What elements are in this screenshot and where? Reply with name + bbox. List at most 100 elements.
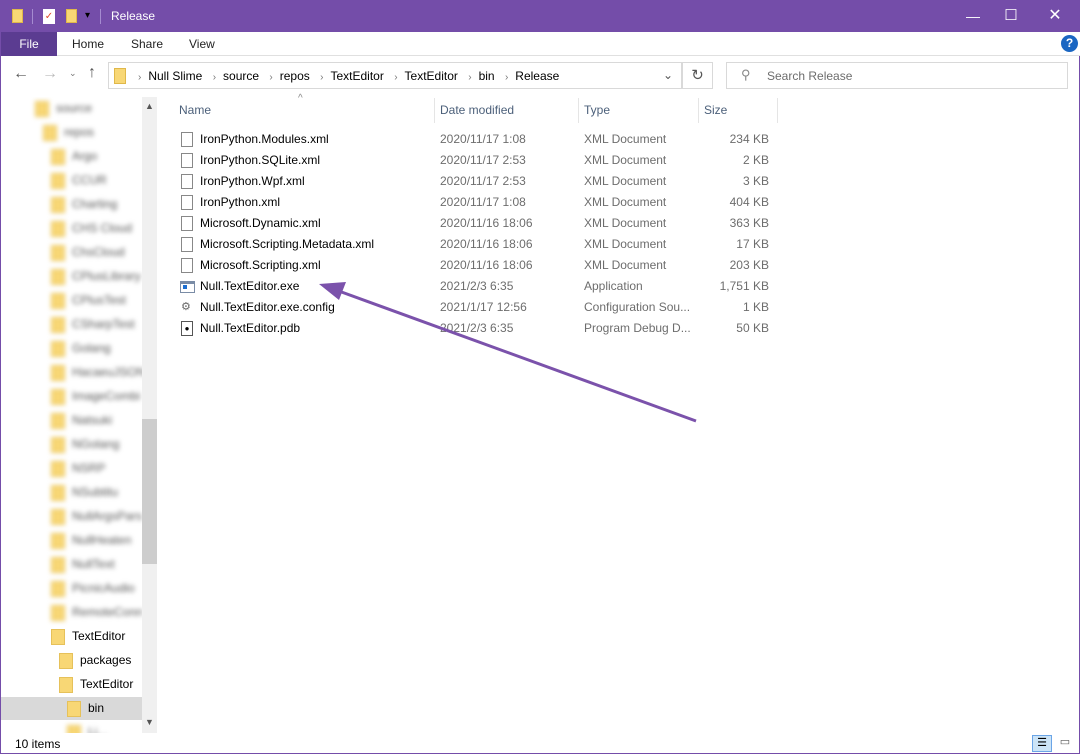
nav-item[interactable]: repos xyxy=(1,121,142,144)
folder-icon xyxy=(51,197,65,213)
folder-icon xyxy=(51,605,65,621)
nav-item-label: HacaeuJSON xyxy=(72,365,142,379)
nav-item[interactable]: packages xyxy=(1,649,142,672)
nav-item[interactable]: Natsuki xyxy=(1,409,142,432)
nav-item-label: CHS Cloud xyxy=(72,221,133,235)
file-size: 50 KB xyxy=(736,321,769,335)
nav-item[interactable]: NullText xyxy=(1,553,142,576)
file-row[interactable]: Microsoft.Dynamic.xml 2020/11/16 18:06 XML… xyxy=(177,213,777,234)
folder-icon xyxy=(51,149,65,165)
customize-quick-access-icon[interactable]: ▾ xyxy=(85,10,90,21)
up-button[interactable]: ↑ xyxy=(88,64,96,82)
column-divider[interactable] xyxy=(777,98,778,123)
file-row[interactable]: ● Null.TextEditor.pdb 2021/2/3 6:35 Program… xyxy=(177,318,777,339)
nav-item[interactable]: Argo xyxy=(1,145,142,168)
file-row[interactable]: IronPython.xml 2020/11/17 1:08 XML Documen… xyxy=(177,192,777,213)
file-type: XML Document xyxy=(584,258,667,272)
tab-home[interactable]: Home xyxy=(58,32,118,56)
scroll-up-icon[interactable]: ▲ xyxy=(145,101,154,111)
folder-icon xyxy=(51,629,65,645)
nav-item-label: repos xyxy=(64,125,95,139)
column-header-date[interactable]: Date modified xyxy=(440,98,514,123)
address-bar[interactable]: › Null Slime › source › repos › TextEditor ›… xyxy=(108,62,682,89)
breadcrumb-item[interactable]: source xyxy=(223,69,259,83)
nav-item[interactable]: TextEditor xyxy=(1,625,142,648)
nav-item[interactable]: NullArgsPars xyxy=(1,505,142,528)
address-dropdown-icon[interactable]: ⌄ xyxy=(663,68,673,82)
nav-item[interactable]: TextEditor xyxy=(1,673,142,696)
scrollbar-thumb[interactable] xyxy=(142,419,157,564)
breadcrumb-item[interactable]: Release xyxy=(515,69,559,83)
file-row[interactable]: Microsoft.Scripting.xml 2020/11/16 18:06 X… xyxy=(177,255,777,276)
nav-item[interactable]: Golang xyxy=(1,337,142,360)
tab-share[interactable]: Share xyxy=(117,32,177,56)
breadcrumb-item[interactable]: TextEditor xyxy=(330,69,383,83)
nav-item[interactable]: source xyxy=(1,97,142,120)
sort-ascending-icon: ^ xyxy=(298,93,303,104)
search-input[interactable]: Search Release xyxy=(767,69,852,83)
nav-item[interactable]: CPlusTest xyxy=(1,289,142,312)
file-row[interactable]: IronPython.Wpf.xml 2020/11/17 2:53 XML Doc… xyxy=(177,171,777,192)
tab-view[interactable]: View xyxy=(175,32,229,56)
file-row[interactable]: ⚙ Null.TextEditor.exe.config 2021/1/17 12:… xyxy=(177,297,777,318)
scroll-down-icon[interactable]: ▼ xyxy=(145,717,154,727)
maximize-button[interactable]: ☐ xyxy=(991,3,1031,29)
nav-item[interactable]: ImageCombi xyxy=(1,385,142,408)
forward-button[interactable]: → xyxy=(42,65,58,83)
nav-item[interactable]: CSharpTest xyxy=(1,313,142,336)
folder-icon xyxy=(67,725,81,733)
nav-item-label: NGolang xyxy=(72,437,120,451)
search-box[interactable]: ⚲ Search Release xyxy=(726,62,1068,89)
nav-scrollbar[interactable]: ▲ ▼ xyxy=(142,97,157,733)
file-row[interactable]: IronPython.SQLite.xml 2020/11/17 2:53 XML … xyxy=(177,150,777,171)
file-date: 2020/11/16 18:06 xyxy=(440,216,533,230)
nav-item[interactable]: Charting xyxy=(1,193,142,216)
nav-item[interactable]: HacaeuJSON xyxy=(1,361,142,384)
window-title: Release xyxy=(111,9,156,23)
pdb-file-icon: ● xyxy=(181,321,193,336)
nav-item-label: Natsuki xyxy=(72,413,113,427)
breadcrumb-item[interactable]: TextEditor xyxy=(405,69,458,83)
back-button[interactable]: ← xyxy=(13,65,29,83)
tab-file[interactable]: File xyxy=(1,32,57,56)
file-row[interactable]: Microsoft.Scripting.Metadata.xml 2020/11/… xyxy=(177,234,777,255)
nav-item[interactable]: bin xyxy=(1,697,142,720)
nav-item-label: ChsCloud xyxy=(72,245,125,259)
nav-item[interactable]: Li... xyxy=(1,721,142,733)
xml-file-icon xyxy=(181,258,193,273)
close-button[interactable]: ✕ xyxy=(1035,3,1075,29)
column-header-size[interactable]: Size xyxy=(704,98,727,123)
nav-item[interactable]: NSRP xyxy=(1,457,142,480)
nav-item[interactable]: ChsCloud xyxy=(1,241,142,264)
nav-item[interactable]: RemoteConn xyxy=(1,601,142,624)
column-divider[interactable] xyxy=(434,98,435,123)
nav-item[interactable]: CPlusLibrary xyxy=(1,265,142,288)
nav-item[interactable]: PicnicAudio xyxy=(1,577,142,600)
large-icons-view-button[interactable]: ▭ xyxy=(1056,735,1074,752)
nav-item-label: CPlusTest xyxy=(72,293,127,307)
breadcrumb-item[interactable]: Null Slime xyxy=(148,69,202,83)
help-icon[interactable]: ? xyxy=(1061,35,1078,52)
minimize-button[interactable]: — xyxy=(953,3,993,29)
breadcrumb-item[interactable]: repos xyxy=(280,69,310,83)
nav-item[interactable]: NSubtitu xyxy=(1,481,142,504)
breadcrumb-item[interactable]: bin xyxy=(479,69,495,83)
nav-item[interactable]: CCUR xyxy=(1,169,142,192)
column-header-name[interactable]: Name xyxy=(179,98,211,123)
file-row[interactable]: IronPython.Modules.xml 2020/11/17 1:08 XML… xyxy=(177,129,777,150)
recent-locations-icon[interactable]: ⌄ xyxy=(69,68,77,79)
column-divider[interactable] xyxy=(698,98,699,123)
folder-icon xyxy=(51,557,65,573)
column-header-type[interactable]: Type xyxy=(584,98,610,123)
refresh-button[interactable]: ↻ xyxy=(682,62,713,89)
details-view-button[interactable]: ☰ xyxy=(1032,735,1052,752)
new-folder-icon[interactable] xyxy=(66,9,77,23)
column-divider[interactable] xyxy=(578,98,579,123)
properties-icon[interactable]: ✓ xyxy=(43,9,55,24)
nav-item-label: NSubtitu xyxy=(72,485,119,499)
nav-item[interactable]: NullHeaten xyxy=(1,529,142,552)
file-date: 2020/11/17 2:53 xyxy=(440,174,526,188)
file-row[interactable]: Null.TextEditor.exe 2021/2/3 6:35 Applicat… xyxy=(177,276,777,297)
nav-item[interactable]: NGolang xyxy=(1,433,142,456)
nav-item[interactable]: CHS Cloud xyxy=(1,217,142,240)
